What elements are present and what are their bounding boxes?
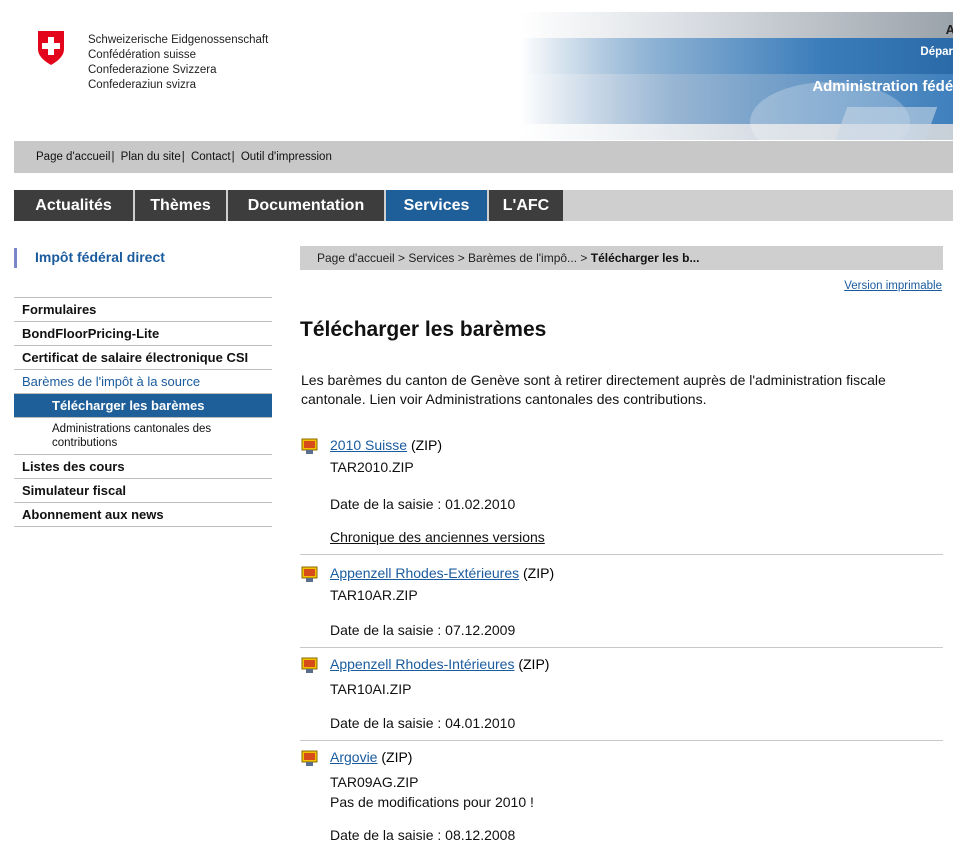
tab-services[interactable]: Services	[386, 190, 487, 221]
download-link[interactable]: Appenzell Rhodes-Extérieures	[330, 565, 519, 581]
breadcrumb: Page d'accueil > Services > Barèmes de l…	[300, 246, 943, 270]
download-entry: Appenzell Rhodes-Intérieures (ZIP) TAR10…	[300, 656, 943, 741]
download-entry: 2010 Suisse (ZIP) TAR2010.ZIP Date de la…	[300, 437, 943, 555]
sidebar-item-administrations[interactable]: Administrations cantonales des contribut…	[14, 417, 272, 454]
confed-line-fr: Confédération suisse	[88, 49, 197, 61]
download-entry: Appenzell Rhodes-Extérieures (ZIP) TAR10…	[300, 565, 943, 648]
sidebar-item-bondfloor[interactable]: BondFloorPricing-Lite	[14, 321, 272, 345]
tab-documentation[interactable]: Documentation	[228, 190, 384, 221]
header-banner: A Dépar Administration fédér	[520, 12, 953, 140]
banner-letter: A	[945, 22, 953, 37]
service-link-home[interactable]: Page d'accueil	[36, 151, 110, 163]
file-type: (ZIP)	[407, 437, 443, 453]
page-header: Schweizerische Eidgenossenschaft Confédé…	[0, 0, 953, 140]
zip-download-icon	[301, 438, 318, 454]
main-nav: Actualités Thèmes Documentation Services…	[14, 190, 953, 221]
confederation-names: Schweizerische Eidgenossenschaft Confédé…	[88, 33, 268, 93]
file-type: (ZIP)	[514, 656, 550, 672]
entry-date: Date de la saisie : 07.12.2009	[330, 622, 516, 638]
zip-download-icon	[301, 750, 318, 766]
file-name: TAR2010.ZIP	[330, 459, 414, 475]
sidebar-title-text[interactable]: Impôt fédéral direct	[35, 249, 165, 265]
zip-download-icon	[301, 657, 318, 673]
file-name: TAR09AG.ZIP	[330, 774, 419, 790]
sidebar-item-formulaires[interactable]: Formulaires	[14, 297, 272, 321]
entry-note: Pas de modifications pour 2010 !	[330, 794, 534, 810]
department-label: Dépar	[920, 46, 953, 58]
sidebar-title: Impôt fédéral direct	[14, 248, 273, 268]
service-bar: Page d'accueil| Plan du site| Contact| O…	[14, 141, 953, 173]
breadcrumb-current: Télécharger les b...	[590, 251, 700, 265]
confed-line-de: Schweizerische Eidgenossenschaft	[88, 34, 269, 46]
service-link-print-tool[interactable]: Outil d'impression	[241, 151, 332, 163]
breadcrumb-path[interactable]: Page d'accueil > Services > Barèmes de l…	[317, 251, 591, 265]
sidebar-item-listes-cours[interactable]: Listes des cours	[14, 454, 272, 478]
printable-version-link[interactable]: Version imprimable	[844, 280, 942, 292]
tab-themes[interactable]: Thèmes	[135, 190, 226, 221]
sidebar-item-certificat[interactable]: Certificat de salaire électronique CSI	[14, 345, 272, 369]
sidebar-item-baremes[interactable]: Barèmes de l'impôt à la source	[14, 369, 272, 393]
swiss-flag-icon	[38, 31, 64, 65]
file-name: TAR10AR.ZIP	[330, 587, 418, 603]
tab-lafc[interactable]: L'AFC	[489, 190, 563, 221]
entry-date: Date de la saisie : 04.01.2010	[330, 715, 516, 731]
administration-title: Administration fédér	[812, 78, 953, 95]
download-entry: Argovie (ZIP) TAR09AG.ZIP Pas de modific…	[300, 749, 943, 845]
sidebar-item-simulateur[interactable]: Simulateur fiscal	[14, 478, 272, 502]
confed-line-it: Confederazione Svizzera	[88, 64, 217, 76]
service-link-sitemap[interactable]: Plan du site	[121, 151, 181, 163]
page-title: Télécharger les barèmes	[300, 318, 547, 341]
download-link[interactable]: Argovie	[330, 749, 377, 765]
file-name: TAR10AI.ZIP	[330, 681, 412, 697]
sidebar-item-abonnement[interactable]: Abonnement aux news	[14, 502, 272, 527]
intro-text: Les barèmes du canton de Genève sont à r…	[301, 372, 886, 407]
confed-line-rm: Confederaziun svizra	[88, 79, 197, 91]
service-link-contact[interactable]: Contact	[191, 151, 231, 163]
sidebar-menu: Formulaires BondFloorPricing-Lite Certif…	[14, 297, 272, 527]
history-link[interactable]: Chronique des anciennes versions	[330, 529, 545, 545]
file-type: (ZIP)	[519, 565, 555, 581]
sidebar-item-telecharger[interactable]: Télécharger les barèmes	[14, 393, 272, 417]
download-link[interactable]: 2010 Suisse	[330, 437, 407, 453]
entry-date: Date de la saisie : 01.02.2010	[330, 496, 516, 512]
zip-download-icon	[301, 566, 318, 582]
download-link[interactable]: Appenzell Rhodes-Intérieures	[330, 656, 514, 672]
file-type: (ZIP)	[377, 749, 413, 765]
entry-date: Date de la saisie : 08.12.2008	[330, 827, 516, 843]
tab-actualites[interactable]: Actualités	[14, 190, 133, 221]
